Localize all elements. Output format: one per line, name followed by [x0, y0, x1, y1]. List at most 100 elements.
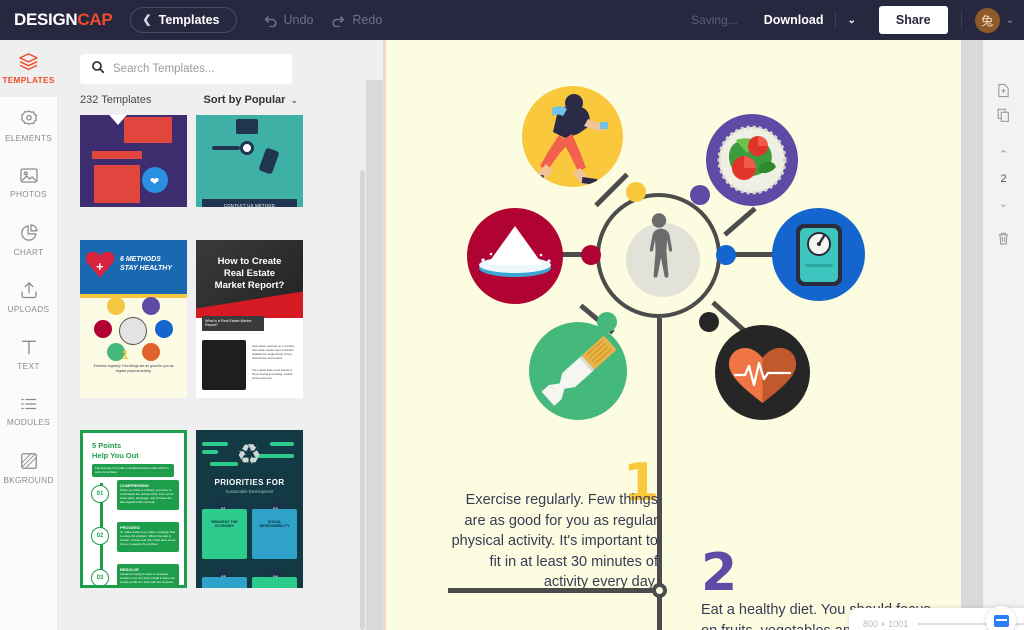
- thumbnail-title: 5 Points Help You Out: [92, 441, 139, 461]
- photo-icon: [19, 166, 39, 185]
- bubble-weight-scale[interactable]: [772, 208, 865, 301]
- decor-dash: [202, 450, 218, 455]
- template-thumbnail[interactable]: ❤: [80, 115, 187, 207]
- account-chevron-down-icon[interactable]: ⌄: [1006, 15, 1014, 26]
- bubble-no-smoking[interactable]: [529, 322, 627, 420]
- avatar[interactable]: 兔: [974, 7, 1000, 33]
- step-body: Instead of trying to solve a complete pr…: [120, 572, 176, 589]
- chevron-left-icon: ❮: [142, 13, 152, 26]
- sidebar-item-label: PHOTOS: [10, 189, 47, 199]
- card-heading: SOCIAL RESPONSIBILITY: [259, 520, 290, 528]
- add-page-icon: [997, 83, 1010, 103]
- top-toolbar: DESIGNCAP ❮ Templates Undo Redo Saving..…: [0, 0, 1024, 40]
- sidebar-item-elements[interactable]: ELEMENTS: [0, 97, 58, 154]
- saving-status: Saving...: [691, 13, 738, 27]
- human-body-silhouette-icon: [637, 211, 681, 300]
- spoke-diet: [723, 206, 757, 237]
- sidebar-item-photos[interactable]: PHOTOS: [0, 154, 58, 211]
- heart-icon: ❤: [150, 176, 160, 188]
- pie-chart-icon: [19, 223, 39, 243]
- thumbnail-subtitle: What is a Real Estate Market Report?: [202, 315, 264, 331]
- template-thumbnail[interactable]: + 6 METHODS STAY HEALTHY 1 Exercise regu…: [80, 239, 187, 398]
- priority-card: REINVENT THE ECONOMY: [202, 509, 247, 560]
- templates-panel: 232 Templates Sort by Popular ⌄ ❤: [58, 40, 383, 630]
- hub-ring[interactable]: [596, 193, 721, 318]
- panel-gutter: [366, 80, 383, 630]
- thumbnail-title: How to Create Real Estate Market Report?: [204, 256, 295, 292]
- redo-button[interactable]: Redo: [331, 13, 382, 27]
- template-thumbnail[interactable]: How to Create Real Estate Market Report?…: [196, 239, 303, 398]
- bathroom-scale-icon: [796, 224, 842, 286]
- top-toolbar-right: Saving... Download ⌄ Share 兔 ⌄: [691, 0, 1024, 40]
- bubble-reduce-salt[interactable]: [467, 208, 563, 304]
- search-icon: [91, 60, 105, 79]
- line-shape: [212, 146, 240, 150]
- bubble-salt: [94, 319, 112, 338]
- thumbnail-subtitle: Sustainable Development: [225, 489, 274, 495]
- design-page[interactable]: 1 Exercise regularly. Few things are as …: [383, 40, 961, 630]
- card-heading: REINVENT THE ECONOMY: [211, 520, 238, 528]
- template-thumbnail[interactable]: ♻ PRIORITIES FOR Sustainable Development…: [196, 430, 303, 589]
- template-count: 232 Templates: [80, 94, 152, 106]
- search-input[interactable]: [113, 63, 278, 75]
- chevron-down-icon[interactable]: ⌄: [836, 15, 866, 26]
- download-button[interactable]: Download ⌄: [752, 6, 867, 34]
- thumbnail-title-line2: Real Estate: [223, 267, 276, 279]
- template-thumbnail[interactable]: CONTACT US METHOD: [196, 115, 303, 207]
- share-button[interactable]: Share: [878, 6, 948, 34]
- sidebar-item-modules[interactable]: MODULES: [0, 382, 58, 439]
- page-up-button[interactable]: ⌃: [983, 142, 1024, 167]
- thumbnail-title: 6 METHODS STAY HEALTHY: [120, 255, 172, 273]
- step-text-1[interactable]: Exercise regularly. Few things are as go…: [443, 490, 658, 593]
- sidebar-item-label: UPLOADS: [7, 303, 50, 314]
- canvas-area[interactable]: 1 Exercise regularly. Few things are as …: [383, 40, 1024, 630]
- page-number: 2: [1000, 173, 1007, 185]
- sidebar-item-templates[interactable]: TEMPLATES: [0, 40, 58, 97]
- toolbar-divider: [960, 10, 962, 30]
- search-box[interactable]: [80, 54, 292, 84]
- template-thumbnail[interactable]: 5 Points Help You Out The best way is to…: [80, 430, 187, 589]
- sidebar-item-label: CHART: [13, 246, 44, 257]
- undo-label: Undo: [283, 13, 314, 27]
- node-exercise: [626, 182, 646, 202]
- step-card: RESOLVE Instead of trying to solve a com…: [117, 564, 179, 589]
- add-page-button[interactable]: [983, 80, 1024, 105]
- node-heart: [699, 312, 719, 332]
- bubble-heart-health[interactable]: [715, 325, 810, 420]
- sidebar-item-uploads[interactable]: UPLOADS: [0, 268, 58, 325]
- bubble-healthy-diet-salad[interactable]: [706, 114, 798, 206]
- node-diet: [690, 185, 710, 205]
- thumbnail-ribbon-label: CONTACT US METHOD: [202, 199, 297, 207]
- priority-card: SOCIAL RESPONSIBILITY: [252, 509, 297, 560]
- red-block: [124, 117, 172, 143]
- delete-page-button[interactable]: [983, 228, 1024, 253]
- thumbnail-photo: [202, 339, 246, 390]
- duplicate-page-button[interactable]: [983, 105, 1024, 130]
- templates-back-button[interactable]: ❮ Templates: [130, 7, 237, 33]
- designcap-editor: DESIGNCAP ❮ Templates Undo Redo Saving..…: [0, 0, 1024, 630]
- background-icon: [19, 451, 39, 471]
- panel-scrollbar[interactable]: [360, 170, 365, 630]
- share-label: Share: [895, 13, 931, 27]
- redo-icon: [331, 14, 346, 27]
- red-bar: [92, 151, 142, 159]
- chat-icon: [993, 615, 1009, 627]
- badge-icon: [19, 109, 39, 129]
- sidebar-item-chart[interactable]: CHART: [0, 211, 58, 268]
- node-salt: [581, 245, 601, 265]
- undo-button[interactable]: Undo: [263, 13, 314, 27]
- thumbnail-title-line3: Market Report?: [214, 279, 285, 291]
- plus-icon: +: [96, 258, 104, 274]
- sidebar-item-bkground[interactable]: BKGROUND: [0, 439, 58, 496]
- chat-button[interactable]: [986, 606, 1016, 630]
- sidebar-item-text[interactable]: TEXT: [0, 325, 58, 382]
- bubble-exercise-runner[interactable]: [522, 86, 623, 187]
- broken-cigarette-icon: [541, 336, 616, 406]
- thumbnail-list-item: The market stats cover trends in home bu…: [252, 367, 293, 380]
- sort-dropdown[interactable]: Sort by Popular ⌄: [204, 94, 298, 106]
- step-number: 02: [91, 527, 109, 546]
- thumbnail-title: PRIORITIES FOR: [214, 478, 285, 488]
- app-logo[interactable]: DESIGNCAP: [14, 10, 113, 30]
- page-down-button[interactable]: ⌄: [983, 191, 1024, 216]
- chevron-down-icon: ⌄: [290, 94, 298, 105]
